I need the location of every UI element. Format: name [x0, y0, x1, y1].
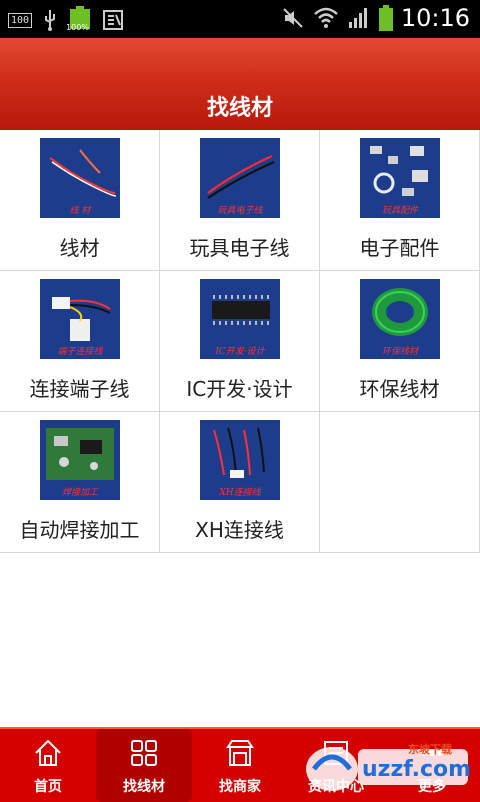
signal-icon [348, 8, 367, 28]
category-item-terminal[interactable]: 端子连接线 连接端子线 [0, 271, 160, 412]
tab-label: 找线材 [123, 779, 165, 795]
battery-full-icon [378, 5, 393, 31]
category-item-eco-wire[interactable]: 环保线材 环保线材 [320, 271, 480, 412]
category-label: 环保线材 [359, 377, 440, 401]
category-thumbnail: IC开发·设计 [200, 279, 280, 359]
usb-icon [45, 10, 56, 31]
thumbnail-caption: IC开发·设计 [200, 346, 280, 359]
category-thumbnail: 线 材 [40, 138, 120, 218]
category-item-ic[interactable]: IC开发·设计 IC开发·设计 [160, 271, 320, 412]
watermark-sub: 东坡下载 [408, 743, 452, 756]
page-title: 找线材 [206, 96, 273, 121]
thumbnail-caption: 玩具电子线 [200, 205, 280, 218]
keyboard-icon [103, 10, 124, 30]
empty-cell [320, 412, 480, 553]
thumbnail-caption: 环保线材 [360, 346, 440, 359]
category-label: 自动焊接加工 [19, 518, 140, 542]
tab-home[interactable]: 首页 [0, 729, 96, 802]
category-item-toy-wire[interactable]: 玩具电子线 玩具电子线 [160, 130, 320, 271]
category-item-wire[interactable]: 线 材 线材 [0, 130, 160, 271]
category-item-welding[interactable]: 焊接加工 自动焊接加工 [0, 412, 160, 553]
category-item-xh[interactable]: XH连接线 XH连接线 [160, 412, 320, 553]
battery-percent: 100% [66, 23, 89, 32]
wifi-icon [313, 7, 338, 28]
category-label: 线材 [59, 236, 100, 260]
status-right: 10:16 [281, 4, 470, 32]
thumbnail-caption: 玩具配件 [360, 205, 440, 218]
status-bar: 100 100% 10:16 [0, 0, 480, 38]
watermark-logo: 东坡下载 uzzf.com [296, 735, 476, 795]
battery-icon: 100% [66, 6, 92, 34]
store-icon [226, 740, 254, 766]
battery-indicator-icon: 100 [8, 12, 33, 28]
category-thumbnail: XH连接线 [200, 420, 280, 500]
tab-label: 首页 [34, 779, 62, 795]
category-thumbnail: 玩具配件 [360, 138, 440, 218]
thumbnail-caption: 端子连接线 [40, 346, 120, 359]
category-label: IC开发·设计 [186, 377, 293, 401]
grid-icon [131, 740, 157, 766]
tab-find-merchant[interactable]: 找商家 [192, 729, 288, 802]
tab-label: 找商家 [219, 779, 261, 795]
status-left: 100 100% [8, 6, 124, 34]
home-icon [35, 739, 61, 766]
category-label: 连接端子线 [29, 377, 130, 401]
category-label: 玩具电子线 [189, 236, 290, 260]
category-thumbnail: 玩具电子线 [200, 138, 280, 218]
watermark-text: uzzf.com [362, 757, 472, 782]
clock: 10:16 [400, 4, 470, 32]
thumbnail-caption: XH连接线 [200, 487, 280, 500]
category-thumbnail: 端子连接线 [40, 279, 120, 359]
category-thumbnail: 环保线材 [360, 279, 440, 359]
mute-icon [283, 8, 303, 28]
category-thumbnail: 焊接加工 [40, 420, 120, 500]
thumbnail-caption: 线 材 [40, 205, 120, 218]
thumbnail-caption: 焊接加工 [40, 487, 120, 500]
tab-find-wire[interactable]: 找线材 [96, 729, 192, 802]
category-label: 电子配件 [359, 236, 440, 260]
category-item-parts[interactable]: 玩具配件 电子配件 [320, 130, 480, 271]
app-header: 找线材 [0, 38, 480, 130]
category-label: XH连接线 [195, 518, 284, 542]
